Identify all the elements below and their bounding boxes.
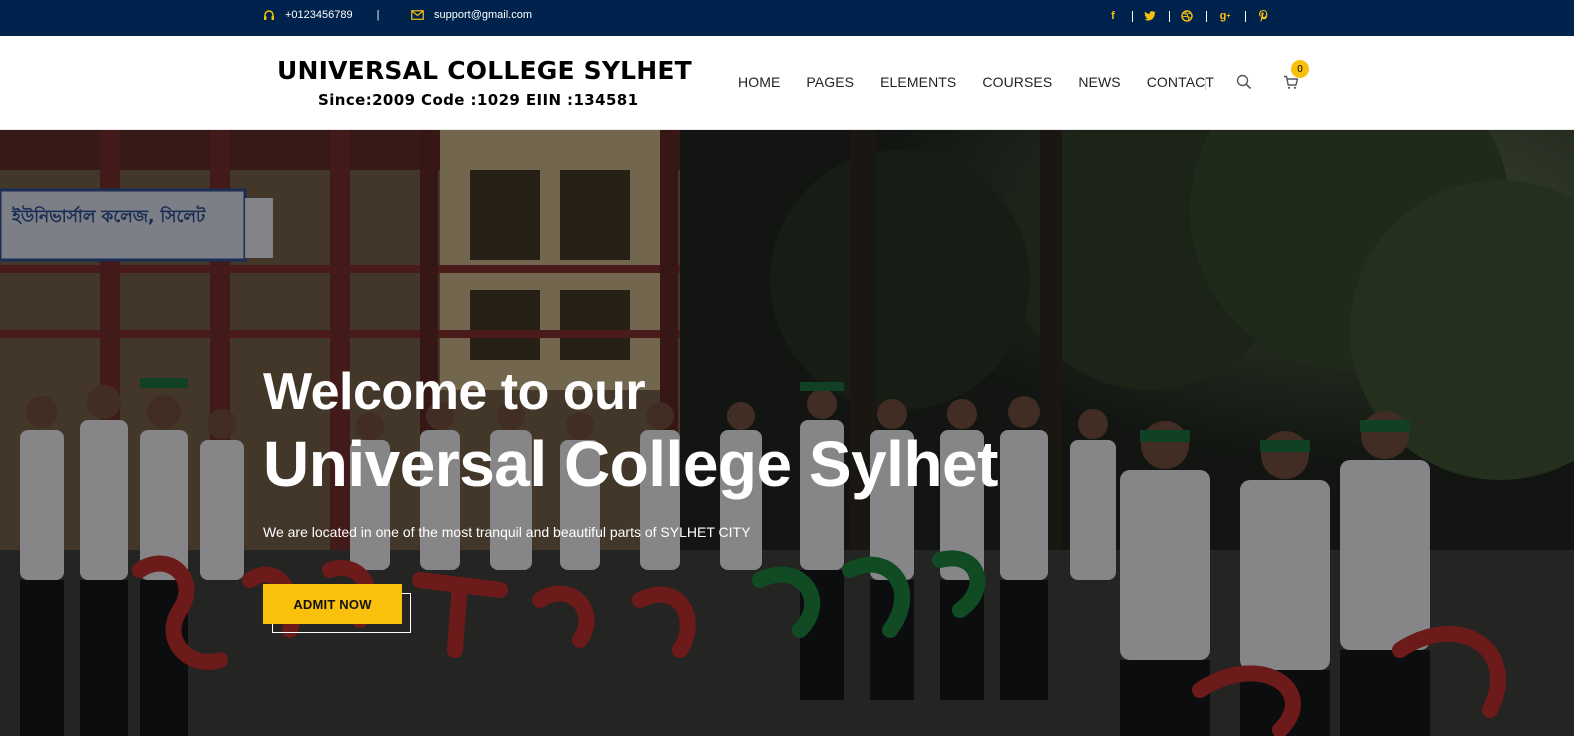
nav-item-contact[interactable]: CONTACT [1147,74,1214,90]
google-plus-icon[interactable]: g + [1218,8,1232,24]
pinterest-icon[interactable] [1257,8,1269,24]
nav-item-elements[interactable]: ELEMENTS [880,74,956,90]
site-header: UNIVERSAL COLLEGE SYLHET Since:2009 Code… [0,36,1574,130]
topbar-divider: | [376,9,380,21]
email-contact[interactable]: support@gmail.com [411,9,532,21]
phone-number: +0123456789 [285,9,353,21]
facebook-icon[interactable]: f [1107,8,1119,24]
social-divider [1206,10,1207,22]
nav-item-courses[interactable]: COURSES [982,74,1052,90]
top-bar: +0123456789 | support@gmail.com f g + [0,0,1574,36]
hero-title-line1: Welcome to our [263,363,646,421]
brand-name: UNIVERSAL COLLEGE SYLHET [277,56,692,85]
hero-title-line2: Universal College Sylhet [263,428,998,500]
search-button[interactable] [1236,74,1252,90]
admit-now-cta: ADMIT NOW [263,584,413,634]
nav-item-pages[interactable]: PAGES [806,74,854,90]
search-icon [1236,74,1252,90]
phone-contact[interactable]: +0123456789 | [263,9,379,21]
hero-banner: ইউনিভার্সাল কলেজ, সিলেট Welcome to our U… [0,130,1574,736]
social-divider [1169,10,1170,22]
dribbble-icon[interactable] [1181,8,1193,24]
nav-item-home[interactable]: HOME [738,74,780,90]
brand-since: Since:2009 Code :1029 EIIN :134581 [318,91,639,109]
nav-divider [1205,78,1206,90]
main-nav: HOME PAGES ELEMENTS COURSES NEWS CONTACT [738,74,1214,90]
email-address: support@gmail.com [434,9,532,21]
twitter-icon[interactable] [1144,8,1156,24]
nav-item-news[interactable]: NEWS [1078,74,1120,90]
social-links: f g + [1107,8,1269,24]
hero-tagline: We are located in one of the most tranqu… [263,524,751,540]
admit-now-button[interactable]: ADMIT NOW [263,584,402,624]
social-divider [1132,10,1133,22]
headphones-icon [264,10,274,20]
hero-content: Welcome to our Universal College Sylhet … [263,366,998,540]
brand-logo[interactable]: UNIVERSAL COLLEGE SYLHET Since:2009 Code… [277,56,692,109]
social-divider [1245,10,1246,22]
cart-count-badge: 0 [1291,60,1309,78]
envelope-icon [411,10,424,20]
